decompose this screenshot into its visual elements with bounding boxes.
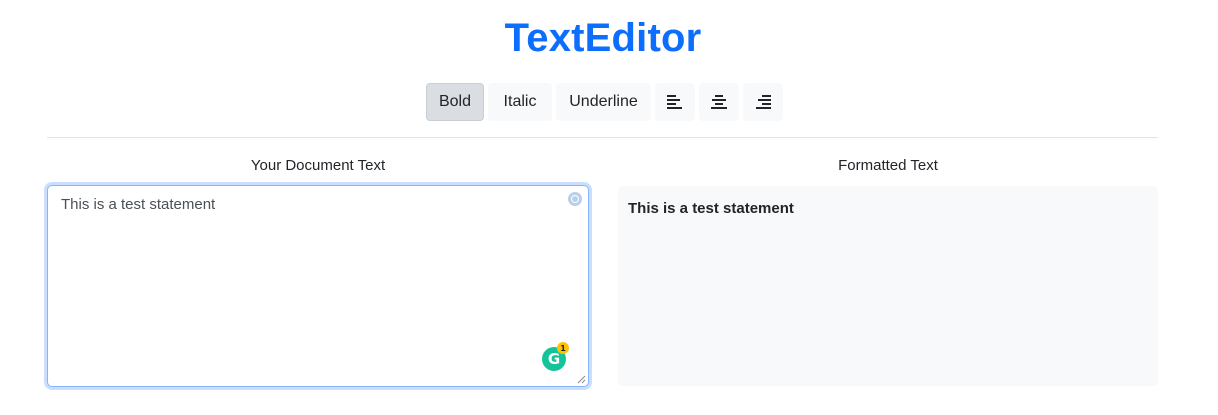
grammarly-count-badge: 1 (557, 342, 569, 354)
formatted-text: This is a test statement (628, 200, 794, 217)
align-right-icon (755, 95, 771, 109)
editor-label: Your Document Text (250, 157, 386, 174)
bold-button[interactable]: Bold (426, 83, 484, 121)
align-left-button[interactable] (655, 83, 695, 121)
align-center-button[interactable] (699, 83, 739, 121)
editor-container: G 1 (47, 185, 589, 387)
align-right-button[interactable] (743, 83, 783, 121)
document-textarea[interactable] (48, 186, 588, 386)
italic-button[interactable]: Italic (488, 83, 552, 121)
text-editor-app: TextEditor Bold Italic Underline Your Do… (0, 0, 1218, 415)
resize-handle-icon[interactable] (576, 374, 586, 384)
align-left-icon (667, 95, 683, 109)
toolbar-divider (47, 137, 1158, 138)
output-label: Formatted Text (838, 157, 938, 174)
underline-button[interactable]: Underline (556, 83, 651, 121)
formatting-toolbar: Bold Italic Underline (426, 83, 783, 121)
clock-icon[interactable] (568, 192, 582, 206)
app-title: TextEditor (504, 16, 702, 60)
formatted-output-panel: This is a test statement (618, 186, 1158, 386)
align-center-icon (711, 95, 727, 109)
